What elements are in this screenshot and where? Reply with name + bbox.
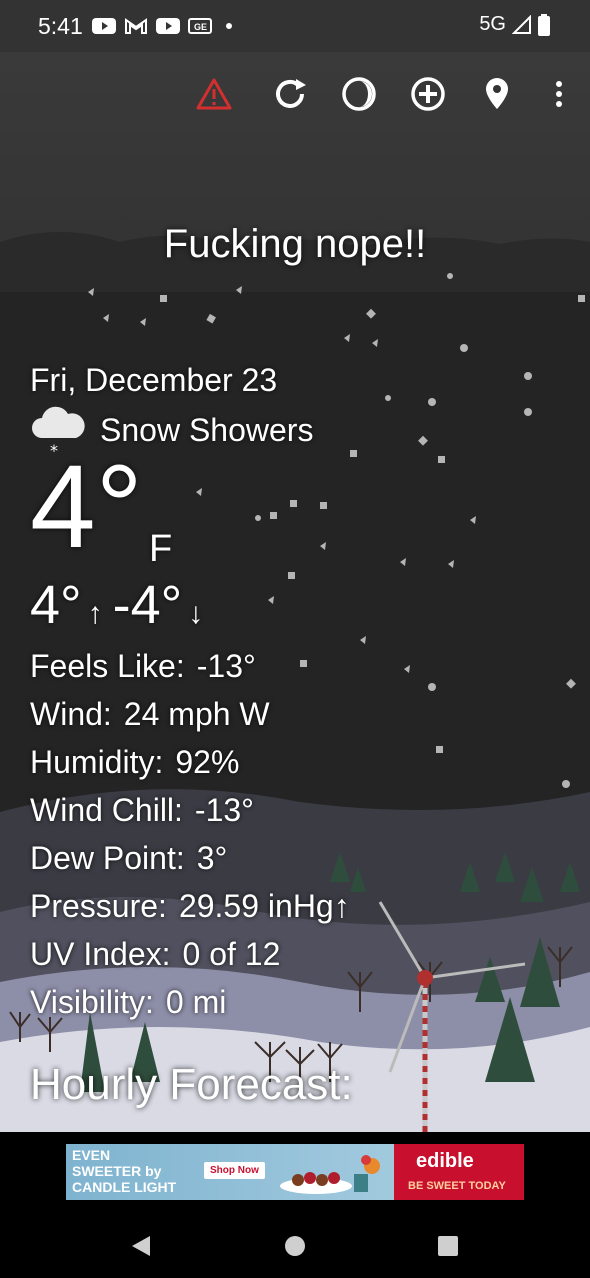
detail-pressure: Pressure: 29.59 inHg↑ [30, 886, 350, 934]
detail-label: Wind Chill: [30, 792, 183, 828]
weather-scene: Fucking nope!! Fri, December 23 * Snow S… [0, 52, 590, 1132]
hourly-forecast-title: Hourly Forecast: [30, 1060, 353, 1109]
status-bar: 5:41 GE 5G [0, 0, 590, 52]
ad-brand-panel: edible BE SWEET TODAY [394, 1144, 524, 1200]
status-time: 5:41 [38, 13, 83, 39]
detail-uv-index: UV Index: 0 of 12 [30, 934, 350, 982]
detail-label: Feels Like: [30, 648, 185, 684]
weather-headline: Fucking nope!! [163, 222, 427, 266]
detail-value: 0 mi [165, 984, 227, 1020]
more-options-button[interactable] [535, 70, 583, 118]
detail-value: 29.59 inHg↑ [178, 888, 350, 924]
location-button[interactable] [473, 70, 521, 118]
moon-phase-icon [342, 77, 376, 111]
signal-icon [512, 14, 531, 34]
ad-line: EVEN [72, 1147, 111, 1163]
recents-icon [438, 1236, 458, 1256]
more-vert-icon [556, 81, 562, 107]
nav-back-button[interactable] [125, 1230, 157, 1262]
battery-icon [538, 13, 550, 36]
add-location-button[interactable] [404, 70, 452, 118]
detail-dew-point: Dew Point: 3° [30, 838, 350, 886]
moon-phase-button[interactable] [335, 70, 383, 118]
nav-recents-button[interactable] [432, 1230, 464, 1262]
alert-triangle-icon [196, 78, 232, 110]
ad-banner[interactable]: EVEN SWEETER by CANDLE LIGHT Shop Now ed… [66, 1144, 524, 1200]
detail-label: Visibility: [30, 984, 154, 1020]
date-label: Fri, December 23 [30, 362, 278, 398]
detail-value: -13° [194, 792, 254, 828]
ad-brand-name: edible [416, 1150, 474, 1172]
navigation-bar [0, 1212, 590, 1278]
youtube-icon [92, 18, 116, 34]
high-low-row: 4° ↑ -4° ↓ [30, 574, 213, 636]
detail-wind: Wind: 24 mph W [30, 694, 350, 742]
toolbar [190, 70, 580, 120]
nav-home-button[interactable] [279, 1230, 311, 1262]
ad-product-image [280, 1155, 380, 1194]
low-arrow-icon: ↓ [188, 597, 204, 630]
refresh-icon [276, 79, 306, 108]
notification-icons: GE [92, 16, 232, 36]
high-arrow-icon: ↑ [87, 597, 103, 630]
detail-value: 92% [175, 744, 240, 780]
weather-details: Feels Like: -13° Wind: 24 mph W Humidity: 9… [30, 646, 350, 1030]
detail-label: UV Index: [30, 936, 171, 972]
current-temperature: 4° [30, 441, 143, 573]
ad-line: CANDLE LIGHT [72, 1179, 177, 1195]
status-right: 5G [479, 13, 550, 36]
detail-value: 24 mph W [123, 696, 270, 732]
ad-headline: EVEN SWEETER by CANDLE LIGHT [72, 1147, 176, 1195]
detail-wind-chill: Wind Chill: -13° [30, 790, 350, 838]
detail-humidity: Humidity: 92% [30, 742, 350, 790]
detail-label: Dew Point: [30, 840, 185, 876]
news-icon: GE [188, 18, 212, 34]
detail-visibility: Visibility: 0 mi [30, 982, 350, 1030]
network-label: 5G [479, 13, 506, 35]
ad-shop-now-button[interactable]: Shop Now [204, 1162, 265, 1179]
detail-feels-like: Feels Like: -13° [30, 646, 350, 694]
detail-value: -13° [196, 648, 256, 684]
ad-strip: EVEN SWEETER by CANDLE LIGHT Shop Now ed… [0, 1132, 590, 1212]
gmail-icon [125, 18, 147, 34]
detail-label: Pressure: [30, 888, 167, 924]
home-icon [285, 1236, 305, 1256]
detail-label: Humidity: [30, 744, 164, 780]
detail-value: 0 of 12 [182, 936, 281, 972]
more-notifications-dot [226, 23, 232, 29]
detail-value: 3° [196, 840, 228, 876]
location-pin-icon [486, 78, 508, 109]
add-circle-icon [411, 77, 445, 111]
ad-tagline: BE SWEET TODAY [408, 1180, 506, 1192]
refresh-button[interactable] [266, 70, 314, 118]
ad-line: SWEETER by [72, 1163, 162, 1179]
youtube-icon [156, 18, 180, 34]
high-temperature: 4° [30, 575, 82, 635]
alert-button[interactable] [190, 70, 238, 118]
detail-label: Wind: [30, 696, 112, 732]
svg-text:GE: GE [194, 22, 207, 32]
back-icon [132, 1236, 150, 1256]
temperature-unit: F [149, 528, 173, 570]
low-temperature: -4° [112, 575, 183, 635]
